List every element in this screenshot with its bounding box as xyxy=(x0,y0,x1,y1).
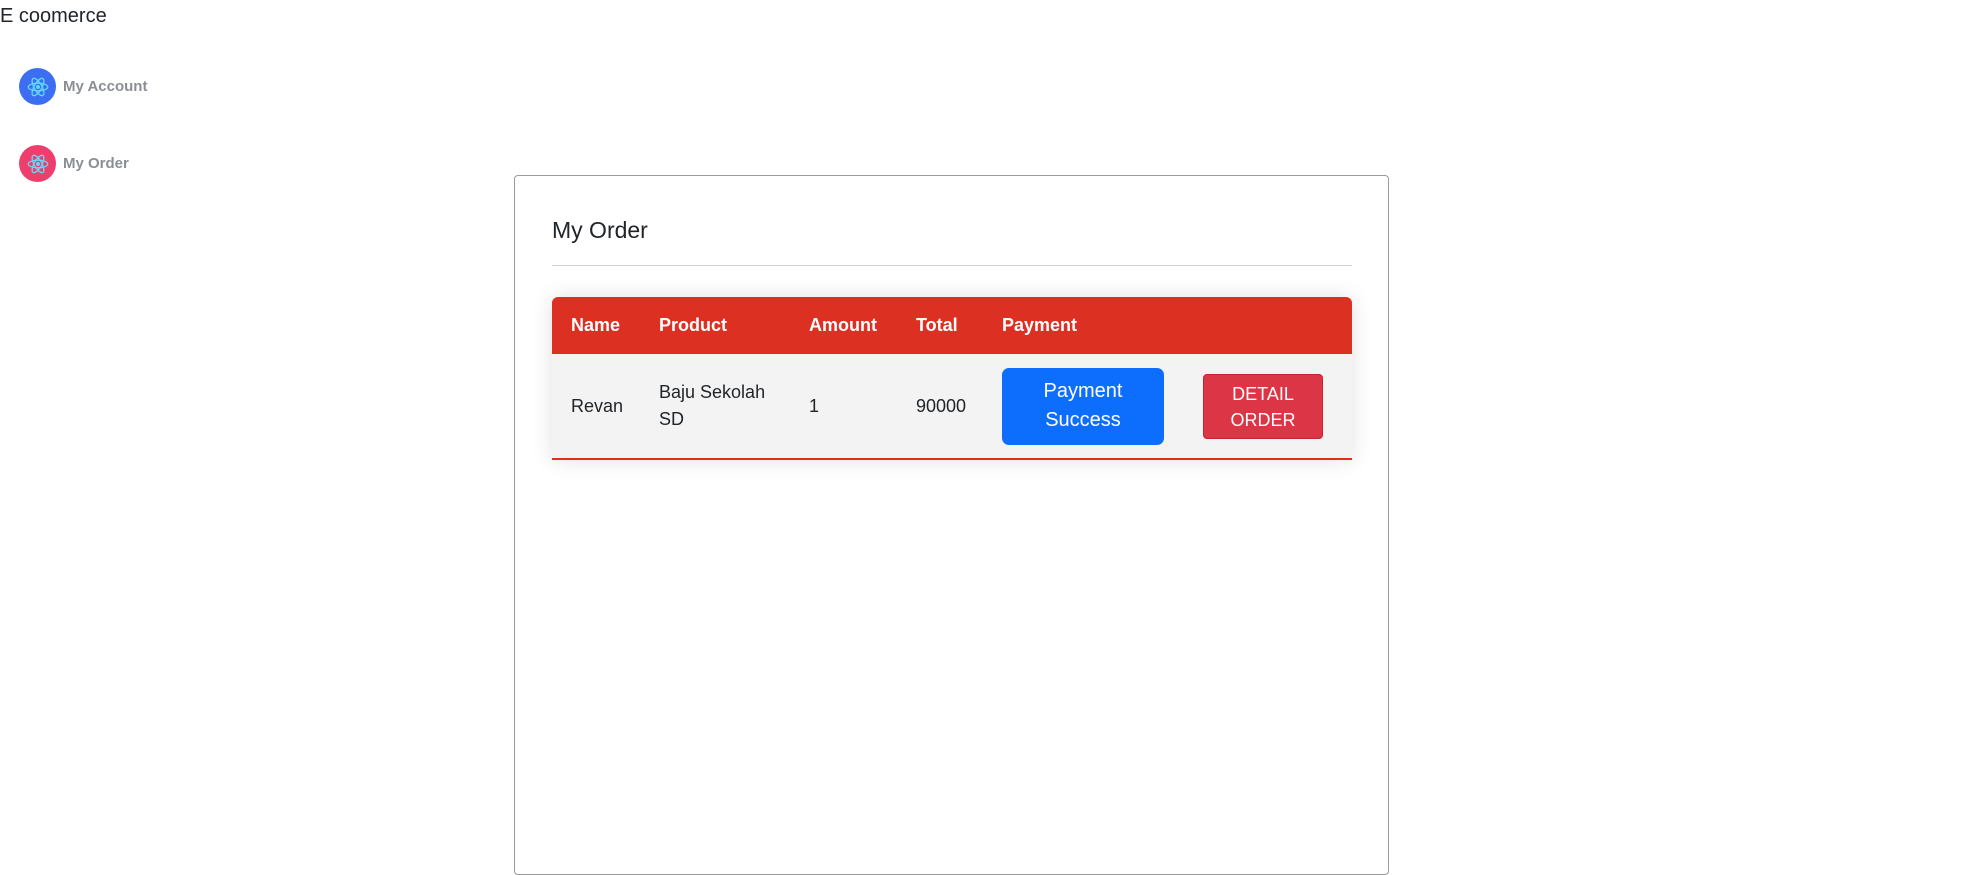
order-card: My Order Name Product Amount Total Payme… xyxy=(514,175,1389,875)
detail-order-button[interactable]: DETAIL ORDER xyxy=(1203,373,1323,439)
title-divider xyxy=(552,265,1352,266)
column-header-actions xyxy=(1183,297,1352,354)
cell-total: 90000 xyxy=(916,395,967,416)
column-header-product: Product xyxy=(659,315,728,335)
sidebar-item-label: My Order xyxy=(63,155,129,172)
payment-success-button[interactable]: Payment Success xyxy=(1002,367,1164,445)
column-header-payment: Payment xyxy=(1002,315,1078,335)
column-header-amount: Amount xyxy=(809,315,877,335)
sidebar-item-my-order[interactable]: My Order xyxy=(19,145,129,182)
react-atom-icon xyxy=(19,68,56,105)
cell-name: Revan xyxy=(571,395,624,416)
react-atom-icon xyxy=(19,145,56,182)
order-table: Name Product Amount Total Payment Revan … xyxy=(552,297,1352,458)
order-table-container: Name Product Amount Total Payment Revan … xyxy=(552,297,1352,460)
sidebar-item-my-account[interactable]: My Account xyxy=(19,68,147,105)
column-header-total: Total xyxy=(916,315,958,335)
cell-product: Baju Sekolah SD xyxy=(659,382,766,429)
table-header-row: Name Product Amount Total Payment xyxy=(552,297,1352,354)
cell-actions: DETAIL ORDER xyxy=(1183,354,1352,458)
page-title: My Order xyxy=(552,217,648,243)
column-header-name: Name xyxy=(571,315,621,335)
cell-amount: 1 xyxy=(809,395,820,416)
table-row: Revan Baju Sekolah SD 1 90000 Payment Su… xyxy=(552,354,1352,458)
brand-title: E coomerce xyxy=(0,5,107,27)
cell-payment: Payment Success xyxy=(983,354,1183,458)
sidebar-item-label: My Account xyxy=(63,78,148,95)
